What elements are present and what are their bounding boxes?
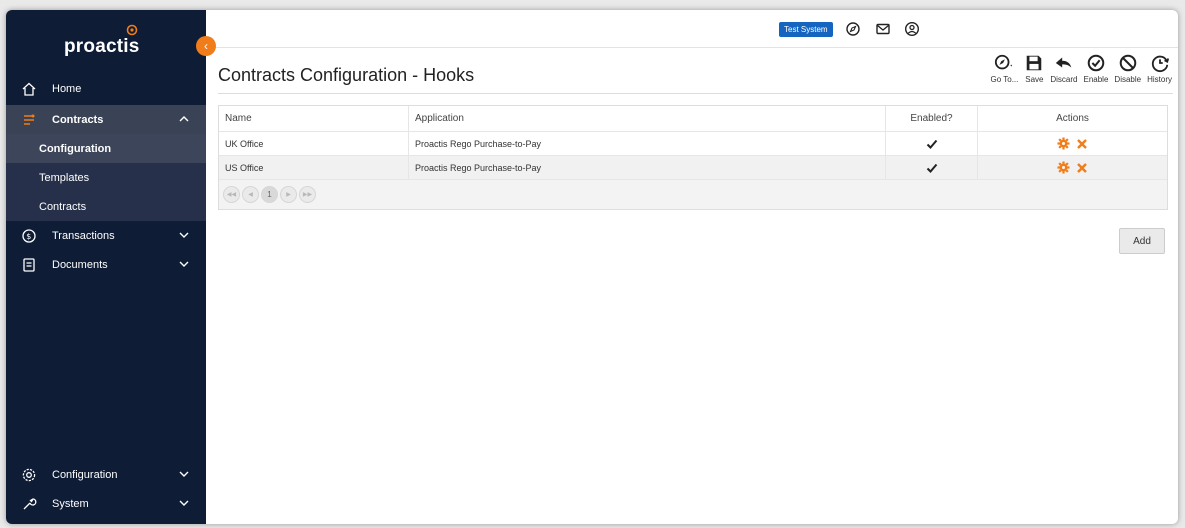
nav-sub-contracts[interactable]: Contracts: [6, 192, 206, 221]
cell-actions: [978, 132, 1167, 155]
enable-button[interactable]: Enable: [1083, 52, 1109, 96]
table-row[interactable]: UK Office Proactis Rego Purchase-to-Pay: [219, 132, 1167, 156]
nav-documents-label: Documents: [52, 258, 108, 271]
ban-icon: [1119, 54, 1137, 72]
compass-icon[interactable]: [845, 21, 861, 37]
disable-button[interactable]: Disable: [1114, 52, 1141, 96]
logo-mark-icon: [126, 24, 138, 36]
save-icon: [1027, 55, 1042, 71]
cell-name: UK Office: [219, 132, 409, 155]
home-icon: [20, 80, 38, 98]
cell-actions: [978, 156, 1167, 179]
page-title: Contracts Configuration - Hooks: [218, 65, 475, 85]
nav-system[interactable]: System: [6, 489, 206, 518]
nav-sub-templates[interactable]: Templates: [6, 163, 206, 192]
contracts-icon: [20, 111, 38, 129]
first-page-icon[interactable]: ◀◀: [223, 186, 240, 203]
col-header-enabled[interactable]: Enabled?: [886, 106, 978, 131]
cell-enabled: [886, 156, 978, 179]
checkmark-icon: [926, 163, 937, 173]
col-header-name[interactable]: Name: [219, 106, 409, 131]
environment-badge[interactable]: Test System: [779, 22, 833, 37]
next-page-icon[interactable]: ▶: [280, 186, 297, 203]
settings-gear-icon[interactable]: [1057, 161, 1070, 174]
transactions-icon: $: [20, 227, 38, 245]
discard-button[interactable]: Discard: [1050, 52, 1078, 96]
chevron-down-icon: [179, 261, 189, 267]
hooks-grid: Name Application Enabled? Actions UK Off…: [218, 105, 1168, 210]
nav-configuration-label: Configuration: [52, 468, 118, 481]
user-icon[interactable]: [904, 21, 920, 37]
documents-icon: [20, 256, 38, 274]
bottom-nav: Configuration System: [6, 460, 206, 518]
nav-transactions[interactable]: $ Transactions: [6, 221, 206, 250]
save-label: Save: [1025, 75, 1044, 84]
delete-x-icon[interactable]: [1076, 138, 1088, 150]
sidebar: proactis Home Contracts Configuration Te…: [6, 10, 206, 524]
action-toolbar: Go To... Save Discard Enable Disable His…: [985, 52, 1172, 96]
chevron-down-icon: [179, 500, 189, 506]
last-page-icon[interactable]: ▶▶: [299, 186, 316, 203]
checkmark-icon: [926, 139, 937, 149]
cell-application: Proactis Rego Purchase-to-Pay: [409, 156, 886, 179]
nav-home[interactable]: Home: [6, 74, 206, 103]
goto-label: Go To...: [990, 75, 1019, 84]
app-window: proactis Home Contracts Configuration Te…: [6, 10, 1178, 524]
nav-home-label: Home: [52, 82, 82, 95]
mail-icon[interactable]: [875, 21, 891, 37]
nav-contracts[interactable]: Contracts: [6, 105, 206, 134]
main-nav: Home Contracts Configuration Templates C…: [6, 74, 206, 279]
prev-page-icon[interactable]: ◀: [242, 186, 259, 203]
cell-application: Proactis Rego Purchase-to-Pay: [409, 132, 886, 155]
col-header-actions: Actions: [1056, 113, 1089, 124]
col-header-application[interactable]: Application: [409, 106, 886, 131]
history-button[interactable]: History: [1147, 52, 1172, 96]
nav-documents[interactable]: Documents: [6, 250, 206, 279]
history-clock-icon: [1151, 55, 1169, 73]
svg-text:$: $: [26, 232, 31, 241]
disable-label: Disable: [1114, 75, 1142, 84]
nav-configuration[interactable]: Configuration: [6, 460, 206, 489]
grid-header-row: Name Application Enabled? Actions: [219, 106, 1167, 132]
save-button[interactable]: Save: [1024, 52, 1044, 96]
proactis-logo[interactable]: proactis: [64, 20, 154, 57]
chevron-down-icon: [179, 471, 189, 477]
chevron-up-icon: [179, 116, 189, 122]
gear-icon: [20, 466, 38, 484]
history-label: History: [1147, 75, 1172, 84]
current-page[interactable]: 1: [261, 186, 278, 203]
settings-gear-icon[interactable]: [1057, 137, 1070, 150]
nav-transactions-label: Transactions: [52, 229, 115, 242]
topbar: [206, 10, 1178, 48]
cell-enabled: [886, 132, 978, 155]
wrench-icon: [20, 495, 38, 513]
nav-sub-configuration[interactable]: Configuration: [6, 134, 206, 163]
undo-arrow-icon: [1055, 57, 1072, 68]
nav-system-label: System: [52, 497, 89, 510]
nav-contracts-label: Contracts: [52, 113, 104, 126]
delete-x-icon[interactable]: [1076, 162, 1088, 174]
discard-label: Discard: [1050, 75, 1078, 84]
check-circle-icon: [1087, 54, 1105, 72]
goto-compass-icon: [995, 54, 1013, 70]
logo-text: proactis: [64, 36, 140, 57]
goto-button[interactable]: Go To...: [990, 52, 1019, 96]
cell-name: US Office: [219, 156, 409, 179]
collapse-sidebar-button[interactable]: ‹: [196, 36, 216, 56]
add-button[interactable]: Add: [1119, 228, 1165, 254]
chevron-down-icon: [179, 232, 189, 238]
table-row[interactable]: US Office Proactis Rego Purchase-to-Pay: [219, 156, 1167, 180]
grid-pager: ◀◀ ◀ 1 ▶ ▶▶: [219, 180, 1167, 209]
enable-label: Enable: [1083, 75, 1109, 84]
